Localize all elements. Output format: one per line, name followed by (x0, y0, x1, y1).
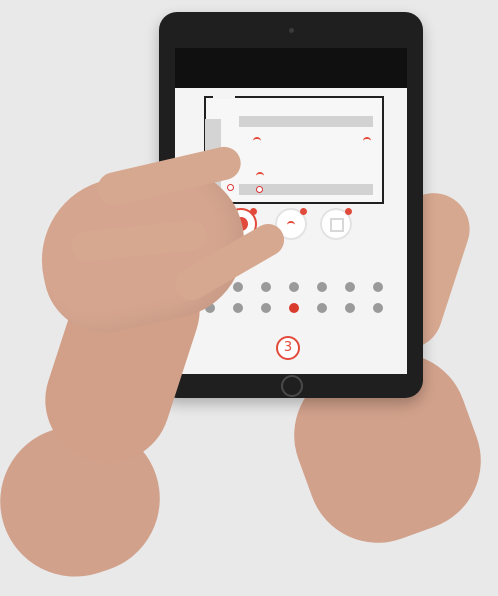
dot-14[interactable] (373, 303, 383, 313)
device-marker-left[interactable] (227, 184, 234, 191)
home-button[interactable] (281, 375, 303, 397)
floor-plan-top-strip (239, 116, 373, 127)
dot-2[interactable] (233, 282, 243, 292)
floor-plan-door-gap (213, 96, 235, 99)
signal-icon (287, 221, 295, 229)
step-indicator: 3 (276, 336, 300, 360)
dot-3[interactable] (261, 282, 271, 292)
top-bar (175, 48, 407, 88)
grid-button[interactable] (320, 208, 352, 240)
dot-5[interactable] (317, 282, 327, 292)
dot-13[interactable] (345, 303, 355, 313)
dot-4[interactable] (289, 282, 299, 292)
signal-icon (256, 172, 264, 180)
dot-10[interactable] (261, 303, 271, 313)
notification-badge (250, 208, 257, 215)
dot-11[interactable] (289, 303, 299, 313)
device-marker-bottom[interactable] (256, 186, 263, 193)
dot-7[interactable] (373, 282, 383, 292)
grid-icon (330, 218, 344, 232)
notification-badge (300, 208, 307, 215)
notification-badge (345, 208, 352, 215)
dot-9[interactable] (233, 303, 243, 313)
dot-6[interactable] (345, 282, 355, 292)
camera-icon (289, 28, 294, 33)
signal-icon (363, 137, 371, 145)
signal-icon (253, 137, 261, 145)
dot-12[interactable] (317, 303, 327, 313)
dot-grid[interactable] (205, 282, 385, 324)
